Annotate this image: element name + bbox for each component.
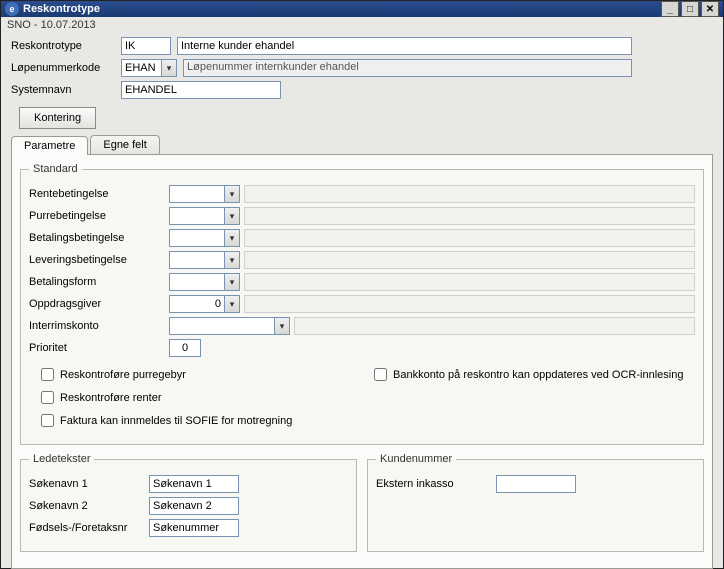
interrimskonto-combo[interactable] [169,317,290,335]
betalingsbetingelse-combo[interactable] [169,229,240,247]
betalingsbetingelse-label: Betalingsbetingelse [29,232,169,244]
leveringsbetingelse-desc [244,251,695,269]
kundenummer-legend: Kundenummer [376,453,456,465]
purrebetingelse-combo[interactable] [169,207,240,225]
chk-purregebyr-label: Reskontroføre purregebyr [60,369,186,381]
lopenummer-desc: Løpenummer internkunder ehandel [183,59,632,77]
chevron-down-icon[interactable] [224,295,240,313]
window: e Reskontrotype _ □ ✕ SNO - 10.07.2013 R… [0,0,724,569]
reskontrotype-label: Reskontrotype [11,40,121,52]
chk-bankkonto-label: Bankkonto på reskontro kan oppdateres ve… [393,369,683,381]
oppdragsgiver-label: Oppdragsgiver [29,298,169,310]
sokenavn2-input[interactable] [149,497,239,515]
systemnavn-label: Systemnavn [11,84,121,96]
betalingsform-label: Betalingsform [29,276,169,288]
reskontrotype-code-input[interactable] [121,37,171,55]
tabs: Parametre Egne felt Standard Rentebeting… [11,135,713,569]
chevron-down-icon[interactable] [274,317,290,335]
reskontrotype-desc-input[interactable] [177,37,632,55]
close-button[interactable]: ✕ [701,1,719,17]
titlebar: e Reskontrotype _ □ ✕ [1,1,723,17]
tab-panel-parametre: Standard Rentebetingelse Purrebetingelse… [11,154,713,569]
header-form: Reskontrotype Løpenummerkode Løpenummer … [1,33,723,135]
oppdragsgiver-desc [244,295,695,313]
oppdragsgiver-combo[interactable] [169,295,240,313]
sokenavn1-input[interactable] [149,475,239,493]
betalingsform-combo[interactable] [169,273,240,291]
tab-parametre[interactable]: Parametre [11,136,88,155]
leveringsbetingelse-combo[interactable] [169,251,240,269]
status-subbar: SNO - 10.07.2013 [1,17,723,33]
chevron-down-icon[interactable] [224,273,240,291]
chk-sofie-label: Faktura kan innmeldes til SOFIE for motr… [60,415,292,427]
systemnavn-input[interactable] [121,81,281,99]
interrimskonto-label: Interrimskonto [29,320,169,332]
rentebetingelse-label: Rentebetingelse [29,188,169,200]
rentebetingelse-combo[interactable] [169,185,240,203]
leveringsbetingelse-label: Leveringsbetingelse [29,254,169,266]
lopenummer-input[interactable] [121,59,161,77]
window-title: Reskontrotype [23,3,659,15]
kundenummer-fieldset: Kundenummer Ekstern inkasso [367,453,704,552]
app-icon: e [5,2,19,16]
sokenavn2-label: Søkenavn 2 [29,500,149,512]
kontering-button[interactable]: Kontering [19,107,96,129]
ledetekster-fieldset: Ledetekster Søkenavn 1 Søkenavn 2 Fødsel… [20,453,357,552]
standard-legend: Standard [29,163,82,175]
ledetekster-legend: Ledetekster [29,453,94,465]
chk-sofie[interactable] [41,414,54,427]
fodsels-label: Fødsels-/Foretaksnr [29,522,149,534]
ekstern-label: Ekstern inkasso [376,478,496,490]
chk-purregebyr[interactable] [41,368,54,381]
betalingsbetingelse-desc [244,229,695,247]
purrebetingelse-label: Purrebetingelse [29,210,169,222]
chk-bankkonto[interactable] [374,368,387,381]
chevron-down-icon[interactable] [224,229,240,247]
window-buttons: _ □ ✕ [659,1,719,17]
purrebetingelse-desc [244,207,695,225]
maximize-button[interactable]: □ [681,1,699,17]
ekstern-input[interactable] [496,475,576,493]
lopenummer-combo[interactable] [121,59,177,77]
sokenavn1-label: Søkenavn 1 [29,478,149,490]
rentebetingelse-desc [244,185,695,203]
fodsels-input[interactable] [149,519,239,537]
chk-renter[interactable] [41,391,54,404]
tabstrip: Parametre Egne felt [11,135,713,154]
chevron-down-icon[interactable] [224,207,240,225]
prioritet-label: Prioritet [29,342,169,354]
prioritet-input[interactable] [169,339,201,357]
chevron-down-icon[interactable] [161,59,177,77]
minimize-button[interactable]: _ [661,1,679,17]
betalingsform-desc [244,273,695,291]
chevron-down-icon[interactable] [224,251,240,269]
standard-fieldset: Standard Rentebetingelse Purrebetingelse… [20,163,704,445]
chk-renter-label: Reskontroføre renter [60,392,161,404]
tab-egne-felt[interactable]: Egne felt [90,135,159,154]
interrimskonto-desc [294,317,695,335]
chevron-down-icon[interactable] [224,185,240,203]
lopenummer-label: Løpenummerkode [11,62,121,74]
